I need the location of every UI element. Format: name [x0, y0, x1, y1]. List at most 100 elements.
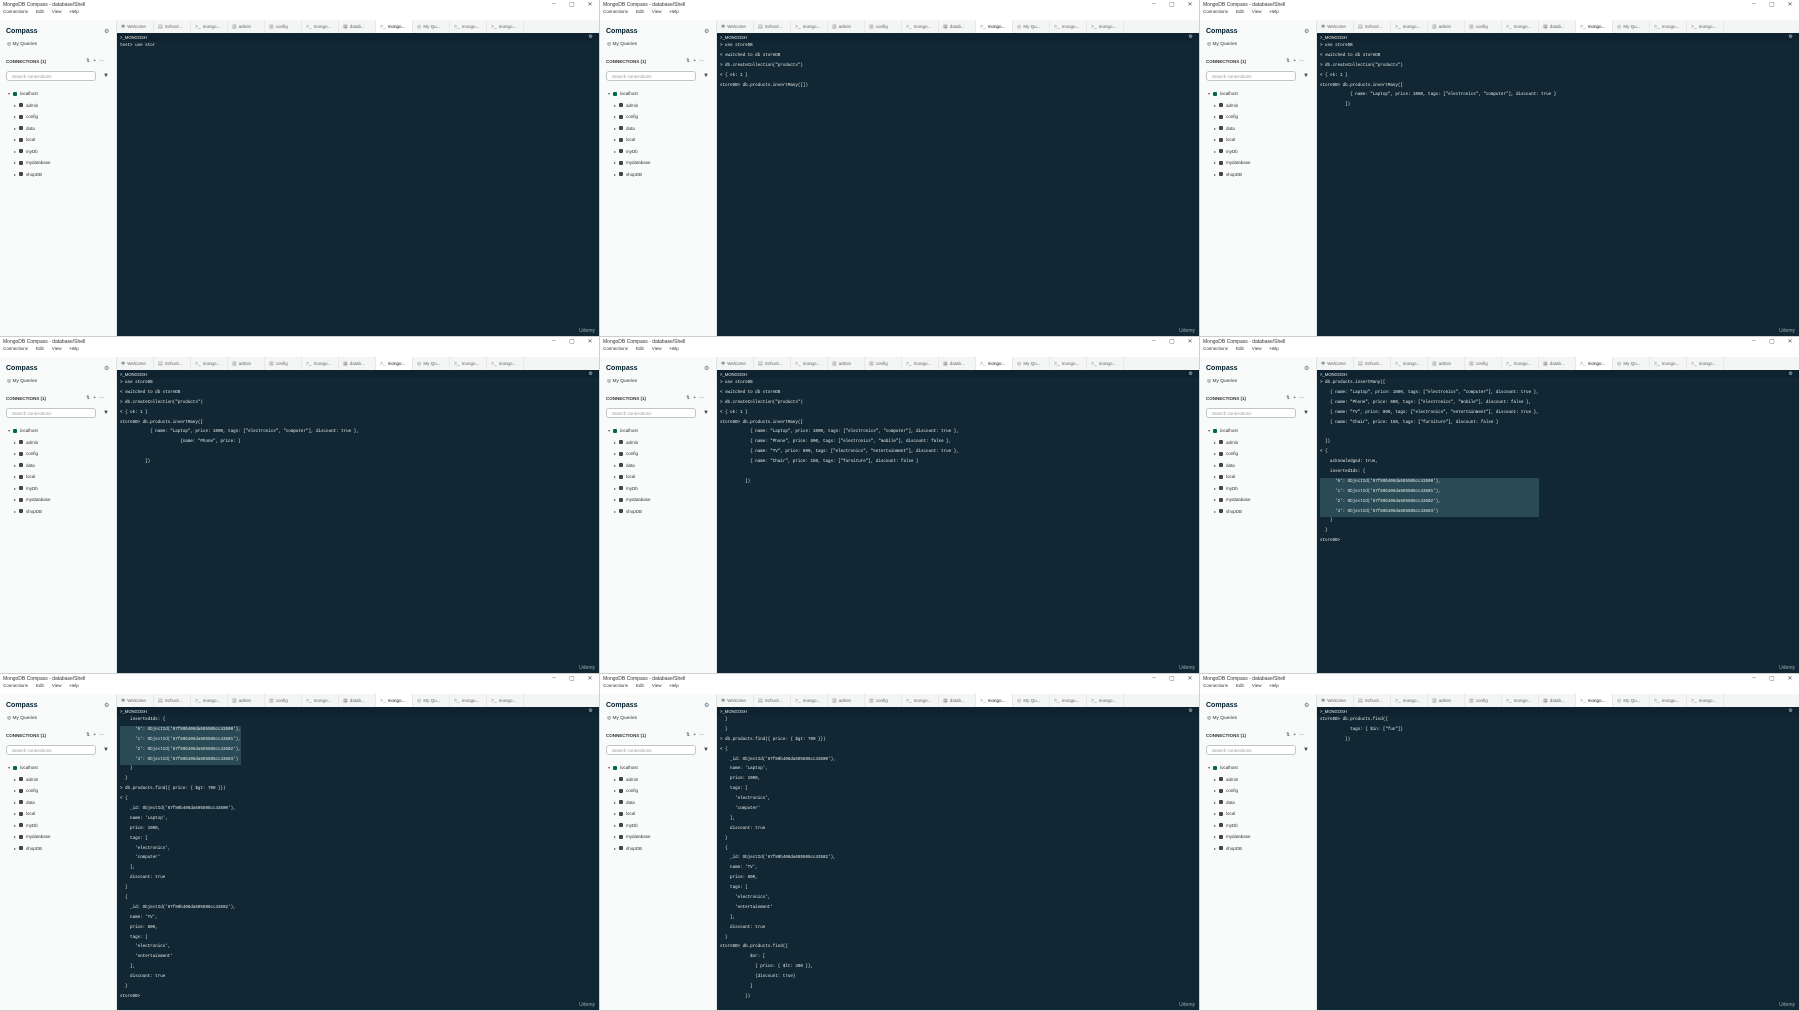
- tab-9[interactable]: ◎ My Qu...: [1013, 694, 1050, 707]
- more-icon[interactable]: ⋯: [99, 395, 107, 401]
- search-connections-input[interactable]: Search connections: [606, 408, 696, 418]
- menu-connections[interactable]: Connections: [3, 9, 28, 17]
- minimize-button[interactable]: –: [1745, 1, 1763, 8]
- close-button[interactable]: ✕: [1781, 675, 1799, 682]
- tree-database-config[interactable]: ▸ config: [608, 448, 651, 460]
- shell-settings-icon[interactable]: ⚙: [1189, 708, 1193, 714]
- tab-7[interactable]: ▦ datab...: [939, 357, 976, 370]
- chevron-right-icon[interactable]: ▸: [14, 846, 16, 851]
- menu-view[interactable]: View: [652, 9, 662, 17]
- chevron-down-icon[interactable]: ▾: [1208, 765, 1210, 770]
- tree-database-data[interactable]: ▸ data: [8, 460, 51, 472]
- chevron-right-icon[interactable]: ▸: [14, 114, 16, 119]
- menu-help[interactable]: Help: [1269, 346, 1278, 354]
- tree-database-config[interactable]: ▸ config: [8, 448, 51, 460]
- chevron-right-icon[interactable]: ▸: [14, 788, 16, 793]
- chevron-right-icon[interactable]: ▸: [1214, 440, 1216, 445]
- tab-5[interactable]: ▥ config: [265, 357, 302, 370]
- filter-icon[interactable]: ▼: [103, 73, 109, 79]
- chevron-right-icon[interactable]: ▸: [614, 823, 616, 828]
- maximize-button[interactable]: ▢: [1163, 1, 1181, 8]
- tab-4[interactable]: ▥ admin: [828, 20, 865, 33]
- sidebar-item-my-queries[interactable]: ◎ My Queries: [7, 716, 37, 721]
- shell-settings-icon[interactable]: ⚙: [589, 708, 593, 714]
- tab-8[interactable]: >_ mongo...: [976, 20, 1013, 33]
- tab-6[interactable]: >_ mongo...: [302, 694, 339, 707]
- tab-11[interactable]: >_ mongo...: [1687, 357, 1724, 370]
- filter-icon[interactable]: ▼: [1303, 73, 1309, 79]
- tree-database-local[interactable]: ▸ local: [608, 471, 651, 483]
- close-button[interactable]: ✕: [1181, 338, 1199, 345]
- tab-7[interactable]: ▦ datab...: [1539, 357, 1576, 370]
- tree-database-local[interactable]: ▸ local: [8, 808, 51, 820]
- chevron-right-icon[interactable]: ▸: [14, 811, 16, 816]
- chevron-right-icon[interactable]: ▸: [1214, 149, 1216, 154]
- tab-8[interactable]: >_ mongo...: [376, 357, 413, 370]
- tab-8[interactable]: >_ mongo...: [1576, 694, 1613, 707]
- chevron-right-icon[interactable]: ▸: [14, 440, 16, 445]
- chevron-down-icon[interactable]: ▾: [1208, 91, 1210, 96]
- tab-2[interactable]: ▤ School...: [1354, 357, 1391, 370]
- shell-settings-icon[interactable]: ⚙: [1789, 708, 1793, 714]
- shell-settings-icon[interactable]: ⚙: [1189, 371, 1193, 377]
- close-button[interactable]: ✕: [1181, 675, 1199, 682]
- tab-6[interactable]: >_ mongo...: [902, 20, 939, 33]
- tab-9[interactable]: ◎ My Qu...: [413, 20, 450, 33]
- chevron-right-icon[interactable]: ▸: [614, 114, 616, 119]
- tree-database-mydatabase[interactable]: ▸ mydatabase: [1208, 831, 1251, 843]
- tree-database-config[interactable]: ▸ config: [1208, 111, 1251, 123]
- tree-connection-localhost[interactable]: ▾ localhost: [8, 88, 51, 100]
- tab-2[interactable]: ▤ School...: [154, 694, 191, 707]
- menu-help[interactable]: Help: [69, 683, 78, 691]
- tree-database-config[interactable]: ▸ config: [8, 785, 51, 797]
- tab-2[interactable]: ▤ School...: [154, 357, 191, 370]
- tab-7[interactable]: ▦ datab...: [1539, 20, 1576, 33]
- mongosh-shell[interactable]: >_MONGOSH ⚙ > use storeDB < switched to d…: [1317, 33, 1799, 336]
- menu-help[interactable]: Help: [669, 346, 678, 354]
- chevron-right-icon[interactable]: ▸: [614, 509, 616, 514]
- search-connections-input[interactable]: Search connections: [1206, 745, 1296, 755]
- chevron-right-icon[interactable]: ▸: [14, 474, 16, 479]
- tree-connection-localhost[interactable]: ▾ localhost: [608, 425, 651, 437]
- tab-1[interactable]: ✱ Welcome: [1317, 20, 1354, 33]
- chevron-right-icon[interactable]: ▸: [14, 126, 16, 131]
- chevron-right-icon[interactable]: ▸: [14, 509, 16, 514]
- menu-edit[interactable]: Edit: [636, 9, 644, 17]
- tab-5[interactable]: ▥ config: [1465, 694, 1502, 707]
- search-connections-input[interactable]: Search connections: [1206, 408, 1296, 418]
- tree-database-shopdb[interactable]: ▸ shopDB: [8, 843, 51, 855]
- chevron-right-icon[interactable]: ▸: [1214, 486, 1216, 491]
- tab-4[interactable]: ▥ admin: [228, 694, 265, 707]
- chevron-right-icon[interactable]: ▸: [1214, 811, 1216, 816]
- tab-1[interactable]: ✱ Welcome: [717, 357, 754, 370]
- maximize-button[interactable]: ▢: [563, 675, 581, 682]
- tree-connection-localhost[interactable]: ▾ localhost: [608, 88, 651, 100]
- tab-7[interactable]: ▦ datab...: [939, 694, 976, 707]
- tab-2[interactable]: ▤ School...: [754, 694, 791, 707]
- chevron-right-icon[interactable]: ▸: [1214, 103, 1216, 108]
- chevron-right-icon[interactable]: ▸: [1214, 126, 1216, 131]
- chevron-right-icon[interactable]: ▸: [614, 474, 616, 479]
- tree-database-config[interactable]: ▸ config: [8, 111, 51, 123]
- tab-10[interactable]: >_ mongo...: [1650, 694, 1687, 707]
- tab-9[interactable]: ◎ My Qu...: [1613, 357, 1650, 370]
- tree-database-mydb[interactable]: ▸ myDb: [608, 146, 651, 158]
- more-icon[interactable]: ⋯: [699, 58, 707, 64]
- tab-4[interactable]: ▥ admin: [1428, 357, 1465, 370]
- sidebar-item-my-queries[interactable]: ◎ My Queries: [1207, 716, 1237, 721]
- menu-connections[interactable]: Connections: [3, 683, 28, 691]
- more-icon[interactable]: ⋯: [699, 395, 707, 401]
- tree-database-admin[interactable]: ▸ admin: [8, 437, 51, 449]
- close-button[interactable]: ✕: [581, 338, 599, 345]
- maximize-button[interactable]: ▢: [1163, 675, 1181, 682]
- chevron-right-icon[interactable]: ▸: [14, 486, 16, 491]
- menu-connections[interactable]: Connections: [603, 346, 628, 354]
- tree-database-mydb[interactable]: ▸ myDb: [1208, 146, 1251, 158]
- tab-1[interactable]: ✱ Welcome: [117, 20, 154, 33]
- close-button[interactable]: ✕: [1781, 338, 1799, 345]
- menu-connections[interactable]: Connections: [1203, 9, 1228, 17]
- tab-5[interactable]: ▥ config: [1465, 357, 1502, 370]
- chevron-right-icon[interactable]: ▸: [14, 463, 16, 468]
- sidebar-item-my-queries[interactable]: ◎ My Queries: [1207, 379, 1237, 384]
- tab-4[interactable]: ▥ admin: [228, 357, 265, 370]
